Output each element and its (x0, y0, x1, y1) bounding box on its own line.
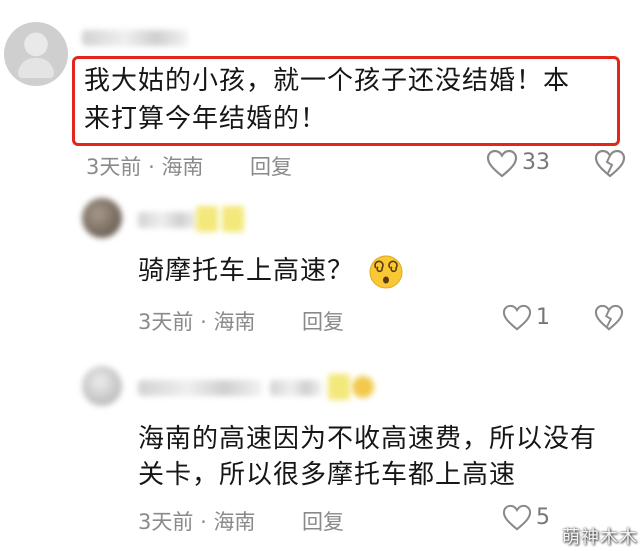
location: 海南 (213, 310, 256, 334)
comment-meta: 3天前 · 海南 (86, 151, 203, 181)
username-blurred[interactable] (82, 30, 188, 46)
like-icon[interactable] (486, 149, 518, 179)
reply-text-line1: 海南的高速因为不收高速费，所以没有 (138, 424, 598, 454)
comment-meta: 3天前 · 海南 (138, 506, 255, 536)
emoji-blurred (352, 376, 374, 398)
reply-button[interactable]: 回复 (250, 151, 292, 181)
avatar[interactable] (4, 22, 68, 86)
badge-blurred (328, 374, 350, 400)
like-count: 5 (536, 505, 550, 530)
reply-button[interactable]: 回复 (302, 306, 344, 336)
location: 海南 (213, 510, 256, 534)
comment-meta: 3天前 · 海南 (138, 306, 255, 336)
location: 海南 (161, 155, 204, 179)
meta-dot: · (200, 310, 207, 334)
like-icon[interactable] (502, 304, 532, 332)
like-icon[interactable] (502, 504, 532, 532)
username-blurred[interactable] (138, 212, 198, 228)
reply-text-line2: 关卡，所以很多摩托车都上高速 (138, 460, 517, 490)
badge-blurred (222, 206, 244, 232)
avatar[interactable] (82, 198, 122, 238)
meta-dot: · (200, 510, 207, 534)
dislike-icon[interactable] (594, 149, 626, 179)
badge-blurred (196, 206, 218, 232)
like-count: 1 (536, 305, 550, 330)
comment-text-line1: 我大姑的小孩，就一个孩子还没结婚！本 (84, 66, 571, 96)
timestamp: 3天前 (138, 510, 194, 534)
meta-dot: · (148, 155, 155, 179)
dislike-icon[interactable] (594, 304, 624, 332)
timestamp: 3天前 (138, 310, 194, 334)
dizzy-face-emoji-icon (368, 254, 404, 290)
reply-text: 骑摩托车上高速？ (138, 256, 355, 286)
watermark: 萌神木木 (562, 527, 638, 548)
comment-text-line2: 来打算今年结婚的！ (84, 104, 328, 134)
username-blurred[interactable] (138, 380, 262, 396)
timestamp: 3天前 (86, 155, 142, 179)
reply-button[interactable]: 回复 (302, 506, 344, 536)
like-count: 33 (522, 150, 550, 175)
avatar[interactable] (82, 366, 122, 406)
username-blurred[interactable] (270, 380, 322, 396)
